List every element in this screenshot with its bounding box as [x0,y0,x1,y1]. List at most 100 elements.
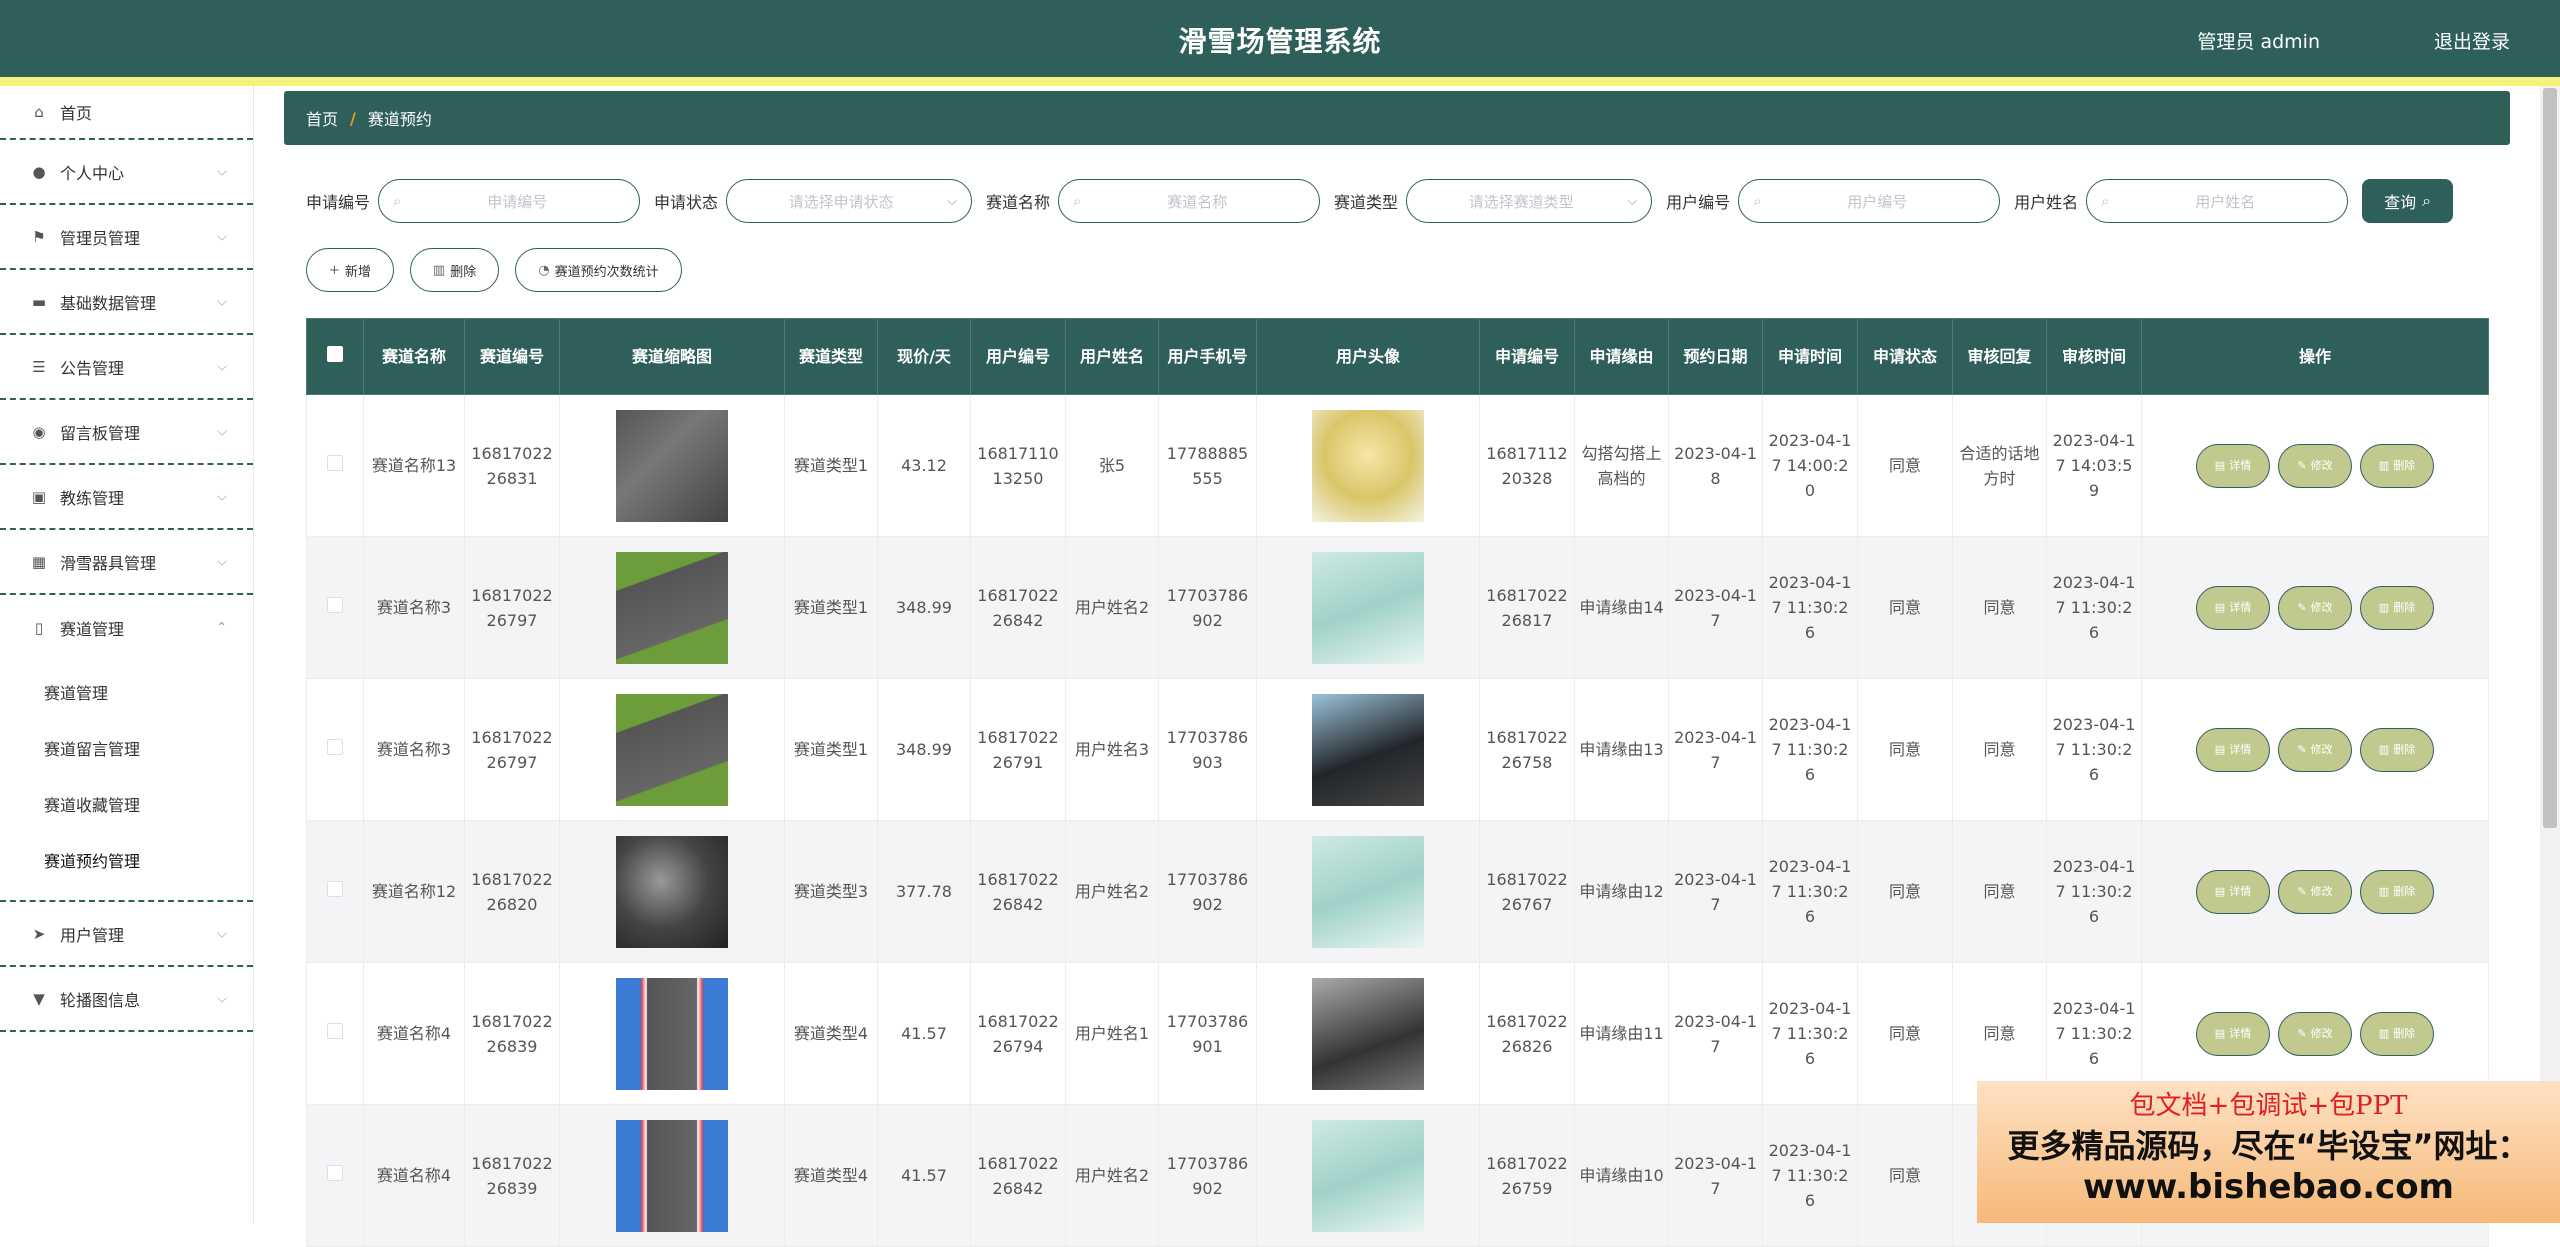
sidebar-item-notice[interactable]: ☰ 公告管理 ⌵ [0,335,253,400]
edit-button[interactable]: ✎ 修改 [2278,869,2352,914]
row-checkbox[interactable] [327,1023,343,1039]
user-name-input[interactable]: ⌕ 用户姓名 [2086,179,2349,223]
sidebar-item-users[interactable]: ➤ 用户管理 ⌵ [0,902,253,967]
delete-row-button[interactable]: ▥ 删除 [2360,585,2434,630]
grid-icon: ▦ [31,552,47,571]
row-checkbox[interactable] [327,455,343,471]
cell-review-time: 2023-04-17 11:30:26 [2046,678,2142,821]
sidebar-item-admin[interactable]: ⚑ 管理员管理 ⌵ [0,205,253,270]
edit-button[interactable]: ✎ 修改 [2278,1011,2352,1056]
cell-status: 同意 [1857,536,1953,679]
detail-button[interactable]: ▤ 详情 [2196,727,2270,772]
track-submenu: 赛道管理 赛道留言管理 赛道收藏管理 赛道预约管理 [0,660,253,902]
cell-user-name: 用户姓名1 [1065,962,1159,1105]
trash-icon: ▥ [2378,743,2390,756]
page-scrollbar[interactable] [2540,86,2560,1223]
column-header: 赛道名称 [363,318,465,395]
column-header: 现价/天 [877,318,971,395]
column-header: 预约日期 [1668,318,1763,395]
add-button[interactable]: + 新增 [306,248,394,292]
sidebar-item-equipment[interactable]: ▦ 滑雪器具管理 ⌵ [0,530,253,595]
column-header: 申请缘由 [1574,318,1669,395]
cell-phone: 17788885555 [1158,394,1257,537]
track-thumbnail [616,1119,728,1232]
sidebar-item-home[interactable]: ⌂ 首页 [0,86,253,140]
submenu-track-manage[interactable]: 赛道管理 [0,666,253,722]
table-row: 赛道名称3 1681702226797 赛道类型1 348.99 1681702… [306,678,2489,821]
search-icon: ⌕ [2101,192,2110,210]
cell-track-no: 1681702226797 [464,678,560,821]
cell-status: 同意 [1857,1104,1953,1247]
row-checkbox[interactable] [327,1165,343,1181]
submenu-track-comments[interactable]: 赛道留言管理 [0,722,253,778]
cell-reason: 申请缘由10 [1574,1104,1669,1247]
sidebar-item-personal[interactable]: ● 个人中心 ⌵ [0,140,253,205]
cell-date: 2023-04-17 [1668,536,1763,679]
trash-icon: ▥ [2378,885,2390,898]
detail-icon: ▤ [2214,743,2226,756]
track-name-input[interactable]: ⌕ 赛道名称 [1058,179,1321,223]
pie-chart-icon: ◔ [538,262,550,278]
cell-date: 2023-04-17 [1668,1104,1763,1247]
cell-apply-time: 2023-04-17 11:30:26 [1762,678,1858,821]
delete-row-button[interactable]: ▥ 删除 [2360,869,2434,914]
sidebar-item-base-data[interactable]: ▬ 基础数据管理 ⌵ [0,270,253,335]
track-thumbnail [616,551,728,664]
sidebar-item-track[interactable]: ▯ 赛道管理 ⌃ [0,595,253,660]
scrollbar-thumb[interactable] [2543,88,2557,828]
filter-label-track-type: 赛道类型 [1334,193,1399,212]
breadcrumb-home[interactable]: 首页 [306,106,338,130]
sidebar: ⌂ 首页 ● 个人中心 ⌵ ⚑ 管理员管理 ⌵ ▬ 基础数据管理 ⌵ ☰ 公告管… [0,86,254,1223]
booking-stats-button[interactable]: ◔ 赛道预约次数统计 [515,248,682,292]
cell-reason: 勾搭勾搭上高档的 [1574,394,1669,537]
select-all-checkbox[interactable] [327,345,343,362]
cell-reply: 同意 [1952,536,2047,679]
status-select[interactable]: 请选择申请状态 ⌵ [726,179,973,223]
cell-apply-no: 1681702226817 [1479,536,1575,679]
apply-no-input[interactable]: ⌕ 申请编号 [378,179,641,223]
chevron-down-icon: ⌵ [217,294,227,309]
row-checkbox[interactable] [327,739,343,755]
delete-row-button[interactable]: ▥ 删除 [2360,443,2434,488]
breadcrumb: 首页 / 赛道预约 [284,91,2510,145]
cell-price: 377.78 [877,820,971,963]
trash-icon: ▥ [2378,459,2390,472]
filter-label-user-name: 用户姓名 [2014,193,2079,212]
detail-icon: ▤ [2214,601,2226,614]
track-thumbnail [616,835,728,948]
user-icon: ● [32,162,46,181]
detail-button[interactable]: ▤ 详情 [2196,443,2270,488]
edit-button[interactable]: ✎ 修改 [2278,585,2352,630]
sidebar-item-message-board[interactable]: ◉ 留言板管理 ⌵ [0,400,253,465]
logout-link[interactable]: 退出登录 [2434,27,2510,54]
submenu-track-favorites[interactable]: 赛道收藏管理 [0,778,253,834]
track-type-select[interactable]: 请选择赛道类型 ⌵ [1406,179,1653,223]
track-thumbnail [616,409,728,522]
delete-button[interactable]: ▥ 删除 [409,248,500,292]
edit-button[interactable]: ✎ 修改 [2278,443,2352,488]
cell-track-name: 赛道名称3 [363,536,465,679]
cell-apply-time: 2023-04-17 11:30:26 [1762,1104,1858,1247]
cell-date: 2023-04-18 [1668,394,1763,537]
sidebar-item-carousel[interactable]: ▼ 轮播图信息 ⌵ [0,967,253,1032]
cell-operations: ▤ 详情 ✎ 修改 ▥ 删除 [2141,820,2489,963]
sidebar-item-coach[interactable]: ▣ 教练管理 ⌵ [0,465,253,530]
row-checkbox[interactable] [327,881,343,897]
stamp-icon: ▼ [33,989,45,1008]
detail-button[interactable]: ▤ 详情 [2196,869,2270,914]
plus-icon: + [329,262,340,278]
delete-row-button[interactable]: ▥ 删除 [2360,727,2434,772]
query-button[interactable]: 查询 ⌕ [2362,179,2454,223]
row-checkbox[interactable] [327,597,343,613]
select-all-cell[interactable] [306,318,364,395]
cell-apply-no: 1681702226826 [1479,962,1575,1105]
edit-button[interactable]: ✎ 修改 [2278,727,2352,772]
user-no-input[interactable]: ⌕ 用户编号 [1738,179,2001,223]
detail-button[interactable]: ▤ 详情 [2196,585,2270,630]
cell-operations: ▤ 详情 ✎ 修改 ▥ 删除 [2141,678,2489,821]
detail-button[interactable]: ▤ 详情 [2196,1011,2270,1056]
sidebar-item-label: 留言板管理 [60,423,141,443]
submenu-track-booking[interactable]: 赛道预约管理 [0,834,253,890]
column-header: 赛道类型 [784,318,878,395]
delete-row-button[interactable]: ▥ 删除 [2360,1011,2434,1056]
